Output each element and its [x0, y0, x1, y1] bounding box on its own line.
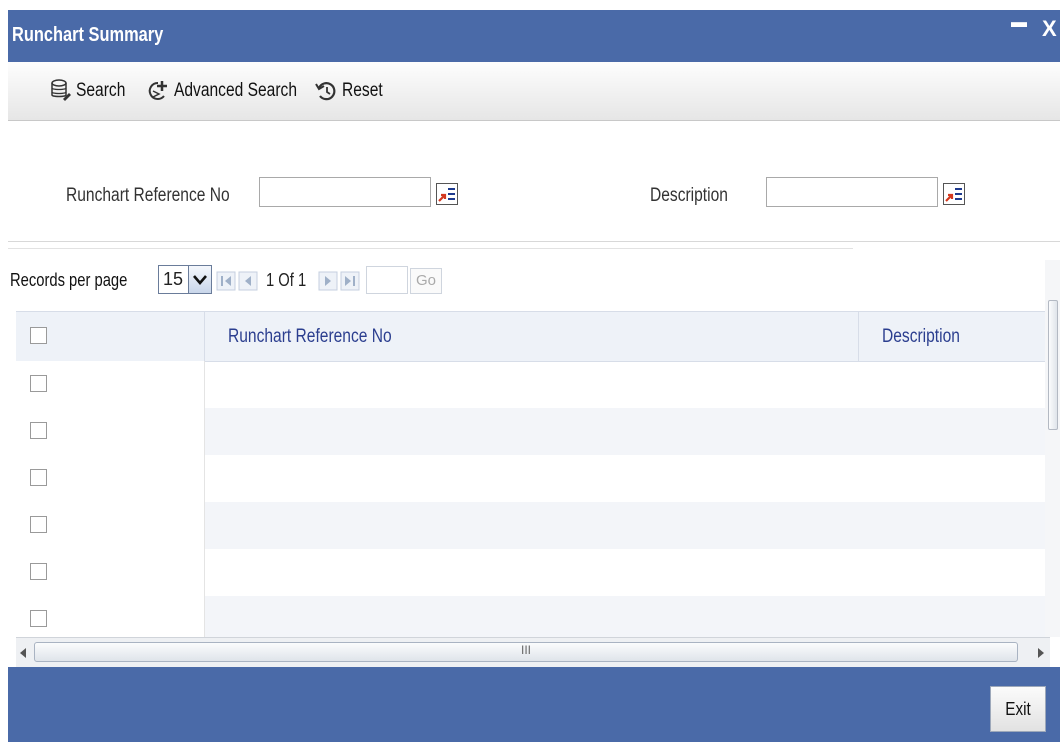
row-checkbox[interactable]	[30, 563, 47, 580]
table-row[interactable]	[16, 408, 1050, 455]
minimize-icon[interactable]: ▬	[1011, 14, 1027, 32]
title-bar: Runchart Summary ▬ X	[8, 10, 1060, 62]
table-row[interactable]	[16, 361, 1050, 408]
vertical-scrollbar[interactable]	[1045, 260, 1060, 637]
records-per-page-select[interactable]: 15	[158, 265, 212, 294]
row-checkbox[interactable]	[30, 422, 47, 439]
scroll-grip: III	[521, 643, 532, 657]
reset-button[interactable]: Reset	[314, 78, 392, 104]
go-to-page-input[interactable]	[366, 266, 408, 294]
row-checkbox[interactable]	[30, 516, 47, 533]
runchart-ref-input[interactable]	[259, 177, 431, 207]
runchart-ref-lov-icon[interactable]	[436, 183, 458, 205]
pagination-bar: Records per page 15 1 Of 1 Go	[8, 260, 1048, 300]
table-row[interactable]	[16, 549, 1050, 596]
description-input[interactable]	[766, 177, 938, 207]
go-button[interactable]: Go	[410, 268, 442, 294]
row-checkbox[interactable]	[30, 610, 47, 627]
summary-window: Runchart Summary ▬ X Search Advanced Sea…	[8, 10, 1060, 742]
results-grid: Runchart Reference No Description	[16, 311, 1050, 637]
description-lov-icon[interactable]	[943, 183, 965, 205]
grid-header: Runchart Reference No Description	[16, 311, 1050, 362]
toolbar: Search Advanced Search Reset	[8, 62, 1060, 121]
select-all-cell	[16, 312, 205, 361]
horizontal-scroll-thumb[interactable]: III	[34, 642, 1018, 662]
close-icon[interactable]: X	[1042, 16, 1057, 42]
col-header-runchart-ref[interactable]: Runchart Reference No	[228, 326, 392, 348]
last-page-icon[interactable]	[340, 270, 360, 292]
prev-page-icon[interactable]	[238, 270, 258, 292]
window-title: Runchart Summary	[12, 24, 164, 46]
search-icon	[51, 79, 71, 101]
vertical-scroll-thumb[interactable]	[1048, 300, 1058, 430]
separator	[8, 248, 853, 249]
col-header-description[interactable]: Description	[882, 326, 960, 348]
row-checkbox[interactable]	[30, 375, 47, 392]
select-all-checkbox[interactable]	[30, 327, 47, 344]
first-page-icon[interactable]	[216, 270, 236, 292]
exit-label: Exit	[1005, 699, 1031, 719]
search-label: Search	[76, 80, 126, 101]
filter-panel: Runchart Reference No Description	[8, 121, 1060, 242]
chevron-down-icon	[188, 266, 211, 293]
row-checkbox[interactable]	[30, 469, 47, 486]
reset-icon	[315, 82, 336, 101]
description-label: Description	[650, 185, 728, 206]
scroll-left-icon[interactable]	[18, 646, 28, 660]
horizontal-scrollbar[interactable]: III	[16, 637, 1050, 668]
table-row[interactable]	[16, 502, 1050, 549]
records-per-page-value: 15	[163, 269, 184, 289]
search-button[interactable]: Search	[50, 78, 136, 104]
table-row[interactable]	[16, 455, 1050, 502]
next-page-icon[interactable]	[318, 270, 338, 292]
advanced-search-icon	[148, 81, 167, 100]
advanced-search-label: Advanced Search	[174, 80, 297, 101]
exit-button[interactable]: Exit	[990, 686, 1046, 732]
advanced-search-button[interactable]: Advanced Search	[146, 78, 324, 104]
scroll-right-icon[interactable]	[1036, 646, 1046, 660]
table-row[interactable]	[16, 596, 1050, 637]
footer-bar: Exit	[8, 667, 1060, 742]
page-info: 1 Of 1	[266, 270, 307, 290]
runchart-ref-label: Runchart Reference No	[66, 185, 230, 206]
reset-label: Reset	[342, 80, 383, 101]
records-per-page-label: Records per page	[10, 270, 128, 290]
